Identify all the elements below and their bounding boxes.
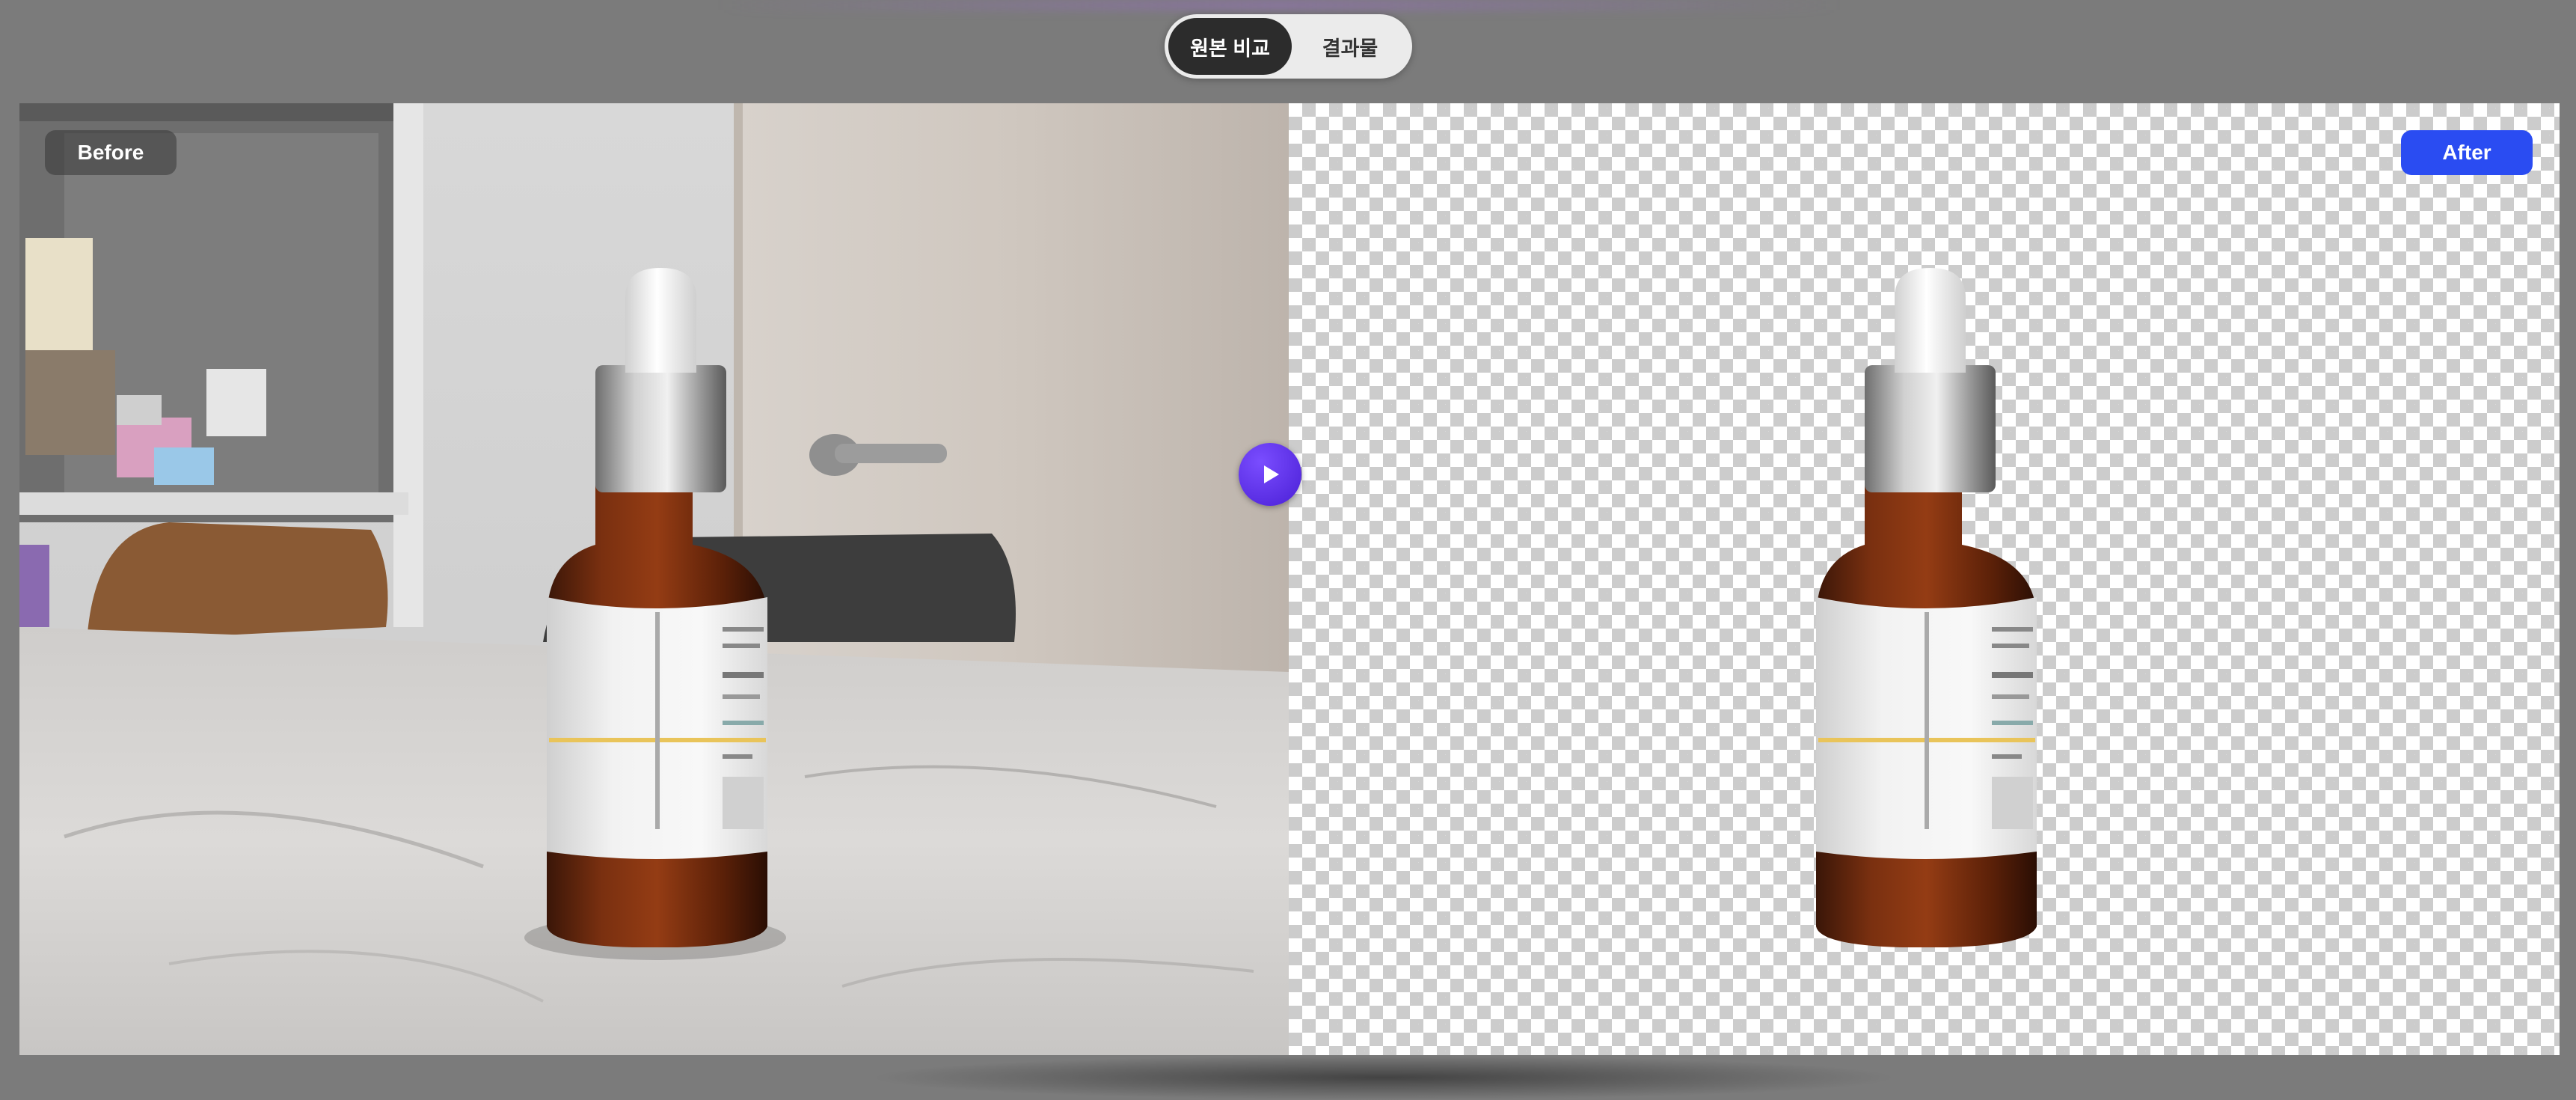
after-badge: After [2401,130,2533,175]
top-glow-decoration [718,0,1840,10]
background-removed-photo [1816,268,2037,947]
result-button[interactable]: 결과물 [1292,18,1408,75]
original-photo [19,103,1289,1055]
before-badge: Before [45,130,177,175]
before-panel: Before [19,103,1289,1055]
compare-original-button[interactable]: 원본 비교 [1168,18,1292,75]
comparison-viewer[interactable]: Before After [19,103,2560,1055]
bottom-shadow-decoration [868,1055,1900,1100]
play-icon [1264,465,1279,483]
view-mode-toggle: 원본 비교 결과물 [1165,14,1412,79]
comparison-slider-handle[interactable] [1239,443,1301,506]
after-panel: After [1289,103,2560,1055]
